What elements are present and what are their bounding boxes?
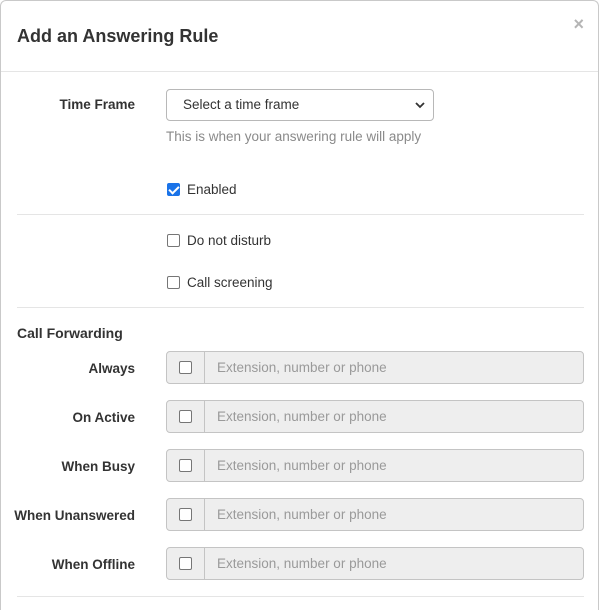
forward-when-offline-label: When Offline [51,557,135,572]
modal-header: Add an Answering Rule × [1,1,598,72]
forward-when-unanswered-checkbox[interactable] [179,508,192,521]
forward-when-busy-label: When Busy [61,459,135,474]
enabled-checkbox[interactable] [167,183,180,196]
forward-always-label: Always [88,361,135,376]
do-not-disturb-label: Do not disturb [187,233,272,248]
call-screening-label: Call screening [187,275,273,290]
call-forwarding-title: Call Forwarding [17,325,123,341]
forward-on-active-input[interactable]: Extension, number or phone [205,401,583,432]
forward-when-unanswered-group: Extension, number or phone [166,498,584,531]
forward-on-active-addon [167,401,205,432]
forward-when-offline-addon [167,548,205,579]
do-not-disturb-checkbox[interactable] [167,234,180,247]
forward-when-offline-group: Extension, number or phone [166,547,584,580]
forward-on-active-checkbox[interactable] [179,410,192,423]
call-screening-row[interactable]: Call screening [167,275,273,290]
divider [17,214,584,215]
forward-when-busy-addon [167,450,205,481]
time-frame-help: This is when your answering rule will ap… [166,129,422,144]
forward-when-unanswered-input[interactable]: Extension, number or phone [205,499,583,530]
forward-when-offline-input[interactable]: Extension, number or phone [205,548,583,579]
enabled-label: Enabled [187,182,237,197]
forward-on-active-group: Extension, number or phone [166,400,584,433]
forward-always-input[interactable]: Extension, number or phone [205,352,583,383]
forward-when-offline-checkbox[interactable] [179,557,192,570]
forward-when-busy-checkbox[interactable] [179,459,192,472]
forward-always-checkbox[interactable] [179,361,192,374]
divider [17,307,584,308]
forward-always-addon [167,352,205,383]
forward-when-busy-input[interactable]: Extension, number or phone [205,450,583,481]
forward-when-unanswered-addon [167,499,205,530]
chevron-down-icon [415,102,425,109]
divider [17,596,584,597]
forward-when-unanswered-label: When Unanswered [14,508,135,523]
time-frame-selected-value: Select a time frame [183,97,300,112]
time-frame-select[interactable]: Select a time frame [166,89,434,121]
forward-always-group: Extension, number or phone [166,351,584,384]
time-frame-label: Time Frame [59,97,135,112]
enabled-checkbox-row[interactable]: Enabled [167,182,237,197]
forward-when-busy-group: Extension, number or phone [166,449,584,482]
do-not-disturb-row[interactable]: Do not disturb [167,233,271,248]
answering-rule-modal: Add an Answering Rule × Time Frame Selec… [0,0,599,610]
call-screening-checkbox[interactable] [167,276,180,289]
forward-on-active-label: On Active [72,410,135,425]
modal-title: Add an Answering Rule [17,26,219,46]
close-icon[interactable]: × [573,15,584,33]
